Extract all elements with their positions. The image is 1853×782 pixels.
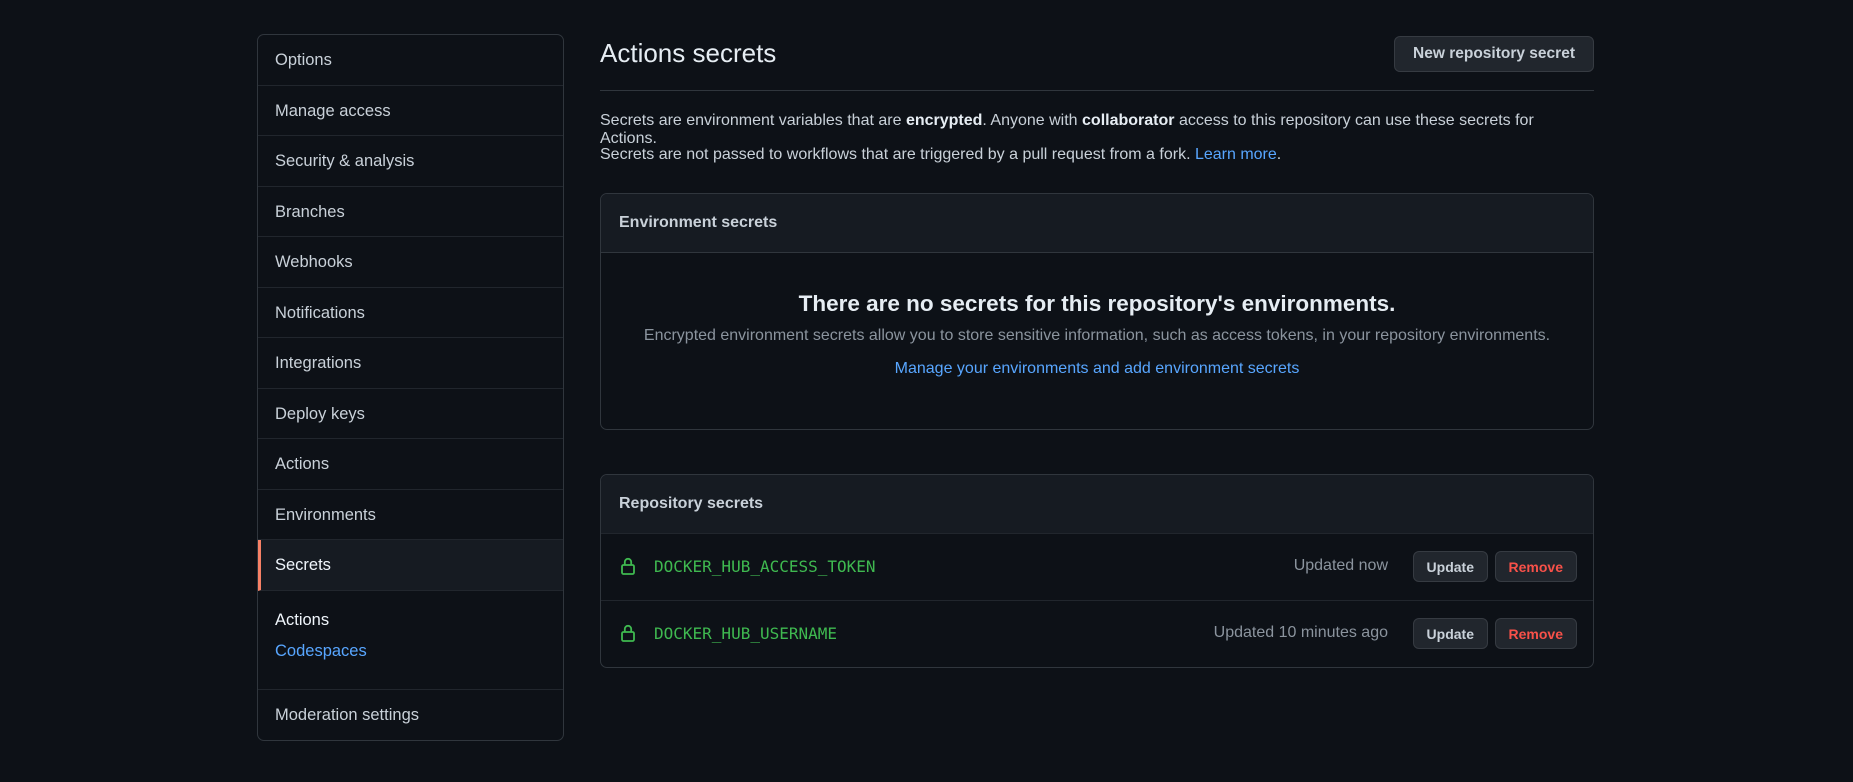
secret-name: DOCKER_HUB_USERNAME [654, 624, 838, 643]
manage-environments-link[interactable]: Manage your environments and add environ… [895, 360, 1300, 378]
secret-row: DOCKER_HUB_ACCESS_TOKEN Updated now Upda… [601, 533, 1593, 600]
sidebar-item-notifications[interactable]: Notifications [258, 288, 563, 338]
fork-notice-text: Secrets are not passed to workflows that… [600, 146, 1195, 163]
sidebar-item-deploy-keys[interactable]: Deploy keys [258, 389, 563, 439]
environment-secrets-blankslate: There are no secrets for this repository… [601, 253, 1593, 378]
environment-secrets-box: Environment secrets There are no secrets… [600, 193, 1594, 430]
sidebar-item-security-analysis[interactable]: Security & analysis [258, 136, 563, 187]
secrets-description: Secrets are environment variables that a… [600, 112, 1594, 148]
desc-text: Secrets are environment variables that a… [600, 112, 906, 129]
sidebar-item-actions[interactable]: Actions [258, 439, 563, 490]
sidebar-item-webhooks[interactable]: Webhooks [258, 237, 563, 288]
fork-notice: Secrets are not passed to workflows that… [600, 146, 1281, 164]
secret-updated-time: Updated now [1293, 557, 1388, 574]
update-secret-button[interactable]: Update [1412, 618, 1488, 649]
secret-row: DOCKER_HUB_USERNAME Updated 10 minutes a… [601, 600, 1593, 667]
environment-secrets-header: Environment secrets [601, 194, 1593, 253]
sidebar-item-secrets[interactable]: Secrets [258, 540, 563, 591]
page-title: Actions secrets [600, 38, 777, 68]
main-content: Actions secrets New repository secret Se… [600, 34, 1594, 668]
fork-notice-end: . [1276, 146, 1282, 163]
sidebar-item-branches[interactable]: Branches [258, 187, 563, 237]
secret-name: DOCKER_HUB_ACCESS_TOKEN [654, 557, 876, 576]
blankslate-title: There are no secrets for this repository… [798, 291, 1396, 316]
secret-updated-time: Updated 10 minutes ago [1213, 624, 1388, 641]
repository-secrets-box: Repository secrets DOCKER_HUB_ACCESS_TOK… [600, 474, 1594, 668]
sidebar-item-options[interactable]: Options [258, 35, 563, 86]
sidebar-item-manage-access[interactable]: Manage access [258, 86, 563, 136]
sidebar-subitem-actions[interactable]: Actions [275, 605, 563, 636]
sidebar-item-environments[interactable]: Environments [258, 490, 563, 540]
remove-secret-button[interactable]: Remove [1494, 551, 1577, 582]
update-secret-button[interactable]: Update [1412, 551, 1488, 582]
sidebar-item-moderation-settings[interactable]: Moderation settings [258, 690, 563, 741]
remove-secret-button[interactable]: Remove [1494, 618, 1577, 649]
desc-text: . Anyone with [982, 112, 1083, 129]
new-repository-secret-button[interactable]: New repository secret [1394, 36, 1594, 72]
sidebar-item-integrations[interactable]: Integrations [258, 338, 563, 389]
sidebar-subitem-codespaces[interactable]: Codespaces [275, 636, 563, 667]
repository-secrets-header: Repository secrets [601, 475, 1593, 533]
learn-more-link[interactable]: Learn more [1195, 146, 1277, 163]
desc-collaborator: collaborator [1082, 112, 1175, 129]
lock-icon [621, 624, 635, 642]
sidebar-secrets-subgroup: Actions Codespaces [258, 591, 563, 690]
blankslate-description: Encrypted environment secrets allow you … [643, 327, 1551, 344]
settings-sidebar: Options Manage access Security & analysi… [257, 34, 564, 741]
desc-encrypted: encrypted [905, 112, 983, 129]
lock-icon [621, 557, 635, 575]
page-header: Actions secrets New repository secret [600, 34, 1594, 91]
